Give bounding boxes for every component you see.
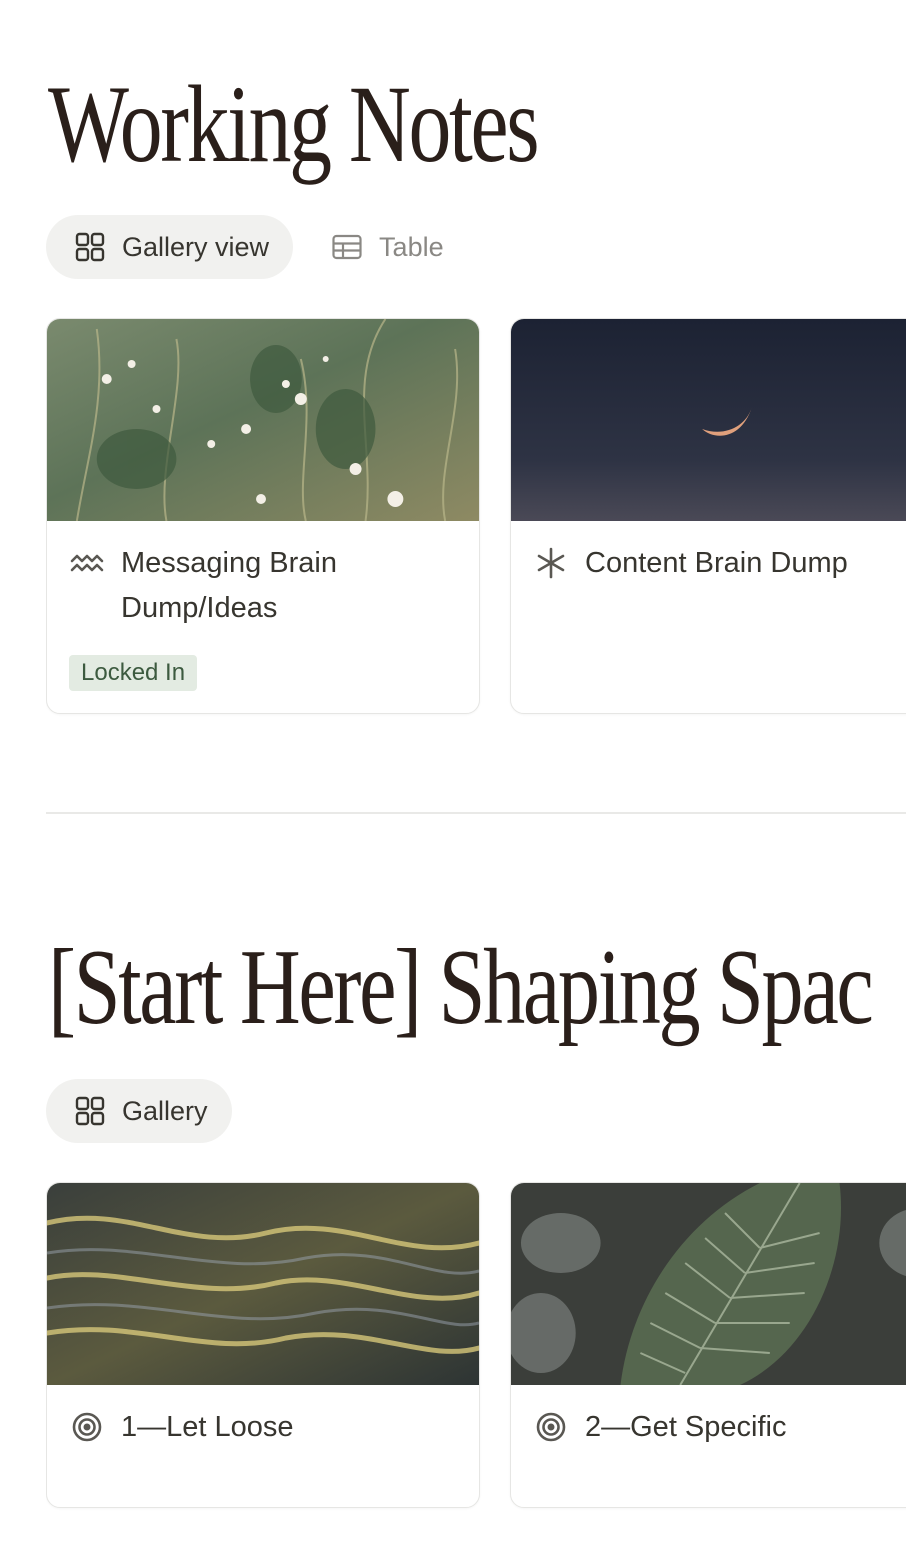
card-title-row: 2—Get Specific xyxy=(533,1405,906,1450)
wave-lines-icon xyxy=(69,545,105,581)
card-title-row: Content Brain Dump xyxy=(533,541,906,586)
gallery-card-content-brain-dump[interactable]: Content Brain Dump xyxy=(510,318,906,714)
gallery-card-let-loose[interactable]: 1—Let Loose xyxy=(46,1182,480,1508)
section-divider xyxy=(46,812,906,814)
card-title-row: Messaging Brain Dump/Ideas xyxy=(69,541,457,631)
section-title-working-notes: Working Notes xyxy=(48,63,540,185)
card-title: 1—Let Loose xyxy=(121,1411,294,1443)
asterisk-icon xyxy=(533,545,569,581)
gallery-icon xyxy=(74,231,106,263)
card-cover-image xyxy=(47,1183,479,1385)
tab-gallery[interactable]: Gallery xyxy=(46,1079,232,1143)
card-title: 2—Get Specific xyxy=(585,1411,787,1443)
card-body: 2—Get Specific xyxy=(511,1385,906,1450)
gallery-card-get-specific[interactable]: 2—Get Specific xyxy=(510,1182,906,1508)
table-icon xyxy=(331,231,363,263)
tab-label: Table xyxy=(379,231,444,262)
target-icon xyxy=(69,1409,105,1445)
card-title: Messaging Brain Dump/Ideas xyxy=(121,547,337,624)
card-body: 1—Let Loose xyxy=(47,1385,479,1450)
section-title-start-here: [Start Here] Shaping Spac xyxy=(48,928,874,1047)
card-title: Content Brain Dump xyxy=(585,547,848,579)
card-cover-image xyxy=(47,319,479,521)
card-cover-image xyxy=(511,319,906,521)
gallery-icon xyxy=(74,1095,106,1127)
page: Working Notes Gallery view Table Messagi… xyxy=(46,0,906,1566)
card-body: Messaging Brain Dump/Ideas Locked In xyxy=(47,521,479,691)
target-icon xyxy=(533,1409,569,1445)
view-tabs: Gallery view Table xyxy=(46,215,468,279)
gallery-card-messaging-brain-dump[interactable]: Messaging Brain Dump/Ideas Locked In xyxy=(46,318,480,714)
tab-table[interactable]: Table xyxy=(303,215,468,279)
card-body: Content Brain Dump xyxy=(511,521,906,586)
tab-gallery-view[interactable]: Gallery view xyxy=(46,215,294,279)
card-title-row: 1—Let Loose xyxy=(69,1405,457,1450)
tab-label: Gallery xyxy=(122,1095,208,1126)
status-badge: Locked In xyxy=(69,655,198,691)
tab-label: Gallery view xyxy=(122,231,270,262)
view-tabs: Gallery xyxy=(46,1079,232,1143)
card-cover-image xyxy=(511,1183,906,1385)
